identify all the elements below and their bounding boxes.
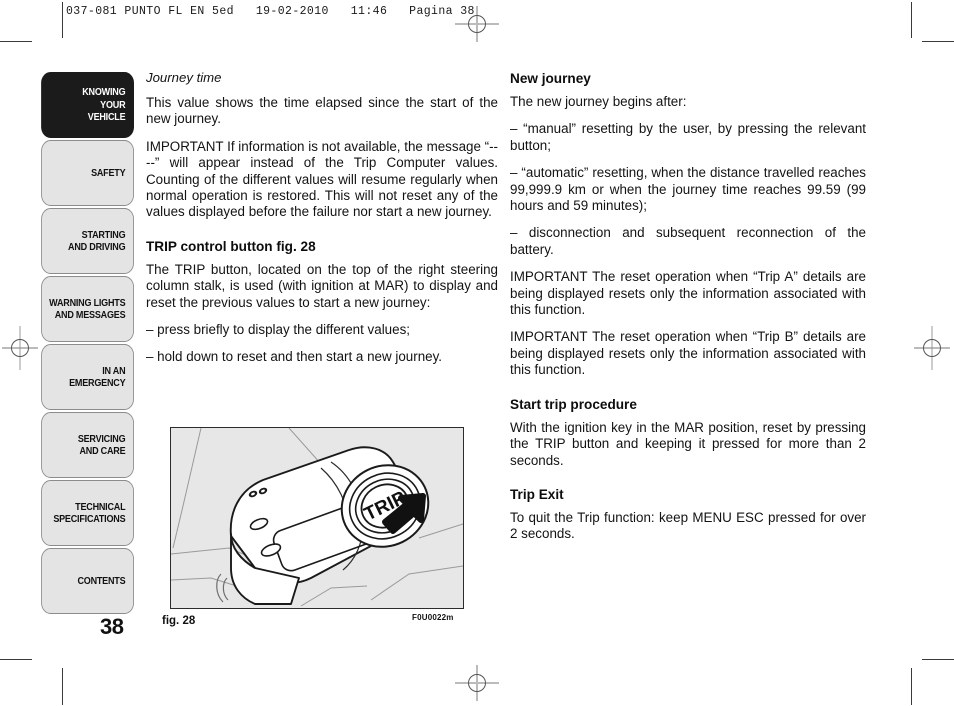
paragraph-important-unavailable: IMPORTANT If information is not availabl… [146, 138, 499, 220]
sidebar-item-label-line: VEHICLE [87, 111, 126, 124]
sidebar-item-warning-lights-and-messages[interactable]: WARNING LIGHTS AND MESSAGES [41, 276, 134, 342]
heading-journey-time: Journey time [146, 70, 222, 85]
sidebar-item-technical-specifications[interactable]: TECHNICAL SPECIFICATIONS [41, 480, 134, 546]
heading-new-journey: New journey [510, 71, 591, 86]
paragraph-important-trip-b: IMPORTANT The reset operation when “Trip… [510, 329, 866, 378]
left-text-column: Journey time This value shows the time e… [146, 70, 498, 366]
sidebar-item-in-an-emergency[interactable]: IN AN EMERGENCY [41, 344, 134, 410]
figure-code: F0U0022m [412, 613, 454, 622]
sidebar-item-label-line: AND DRIVING [68, 241, 126, 253]
sidebar-item-servicing-and-care[interactable]: SERVICING AND CARE [41, 412, 134, 478]
right-text-column: New journey The new journey begins after… [510, 70, 866, 543]
bullet-press-briefly: – press briefly to display the different… [146, 322, 410, 338]
sidebar-item-label-line: IN AN [102, 364, 126, 377]
sidebar-item-label-line: KNOWING [82, 86, 126, 99]
sidebar-item-label-line: AND CARE [79, 445, 126, 457]
sidebar-item-label-line: YOUR [100, 98, 126, 111]
sidebar-item-starting-and-driving[interactable]: STARTING AND DRIVING [41, 208, 134, 274]
steering-stalk-trip-button-diagram: TRIP [171, 428, 463, 608]
sidebar-item-label-line: SPECIFICATIONS [53, 513, 126, 525]
figure-28-illustration: TRIP [170, 427, 464, 609]
manual-page: KNOWING YOUR VEHICLE SAFETY STARTING AND… [0, 0, 954, 706]
sidebar-item-label-line: SERVICING [77, 432, 126, 445]
bullet-battery-disconnection: – disconnection and subsequent reconnect… [510, 225, 866, 257]
figure-caption: fig. 28 [162, 615, 196, 627]
sidebar-item-label-line: WARNING LIGHTS [49, 296, 126, 309]
sidebar-item-label-line: TECHNICAL [75, 500, 126, 513]
sidebar-item-label-line: AND MESSAGES [54, 309, 126, 321]
bullet-manual-reset: – “manual” resetting by the user, by pre… [510, 121, 866, 153]
paragraph-start-trip-procedure: With the ignition key in the MAR positio… [510, 419, 866, 468]
paragraph-begins-after: The new journey begins after: [510, 94, 687, 109]
heading-trip-control-button: TRIP control button fig. 28 [146, 238, 316, 254]
sidebar-item-contents[interactable]: CONTENTS [41, 548, 134, 614]
page-number: 38 [100, 614, 124, 639]
heading-start-trip-procedure: Start trip procedure [510, 396, 637, 412]
sidebar-item-knowing-your-vehicle[interactable]: KNOWING YOUR VEHICLE [41, 72, 134, 138]
sidebar-item-label-line: STARTING [81, 228, 126, 241]
paragraph-journey-time: This value shows the time elapsed since … [146, 95, 498, 127]
sidebar-item-label-line: SAFETY [91, 166, 126, 179]
bullet-automatic-reset: – “automatic” resetting, when the distan… [510, 165, 866, 214]
paragraph-important-trip-a: IMPORTANT The reset operation when “Trip… [510, 269, 866, 318]
sidebar-item-safety[interactable]: SAFETY [41, 140, 134, 206]
heading-trip-exit: Trip Exit [510, 486, 564, 502]
bullet-hold-down: – hold down to reset and then start a ne… [146, 349, 443, 365]
paragraph-trip-exit: To quit the Trip function: keep MENU ESC… [510, 509, 866, 542]
sidebar-item-label-line: CONTENTS [77, 574, 126, 587]
paragraph-trip-control-button: The TRIP button, located on the top of t… [146, 261, 498, 310]
section-tabs: KNOWING YOUR VEHICLE SAFETY STARTING AND… [26, 72, 134, 616]
sidebar-item-label-line: EMERGENCY [69, 377, 126, 389]
